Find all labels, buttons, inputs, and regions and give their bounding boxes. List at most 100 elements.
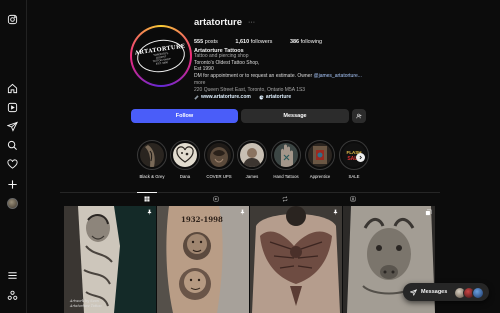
reels-icon[interactable]	[6, 101, 18, 113]
post-thumbnail-1[interactable]: Artwork by Sean Artatorture Tattoo	[64, 206, 156, 313]
username: artatorture	[194, 16, 243, 28]
threads-link[interactable]: artatorture	[259, 94, 291, 101]
highlight-label: Dana	[179, 174, 191, 179]
logo-sub-text-4: EST. 1990	[155, 61, 169, 66]
posts-stat: 555 posts	[194, 39, 226, 45]
shop-logo: ARTATORTURE TORONTO'S OLDEST TATTOO SHOP…	[135, 36, 187, 76]
apps-grid-icon[interactable]	[6, 289, 18, 301]
highlight-thumbnail	[274, 143, 298, 167]
highlight-thumbnail	[207, 143, 231, 167]
pinned-icon	[240, 209, 245, 216]
posts-grid: Artwork by Sean Artatorture Tattoo 1932-…	[64, 206, 436, 313]
profile-avatar[interactable]: ARTATORTURE TORONTO'S OLDEST TATTOO SHOP…	[130, 25, 192, 87]
profile-stats: 555 posts 1,610 followers 386 following	[194, 39, 394, 45]
owner-mention-link[interactable]: @james_artatorture...	[314, 73, 362, 79]
suggested-accounts-button[interactable]	[352, 109, 366, 123]
highlight-label: Black & Grey	[139, 174, 165, 179]
tab-reposts[interactable]	[275, 193, 295, 205]
highlight-apprentice[interactable]: Apprentice	[304, 140, 336, 179]
highlight-black-grey[interactable]: Black & Grey	[136, 140, 168, 179]
messages-dock[interactable]: Messages	[403, 283, 489, 301]
highlight-thumbnail	[240, 143, 264, 167]
followers-count: 1,610	[235, 39, 250, 45]
story-highlights: Black & Grey Dana COVER UPS James Hand T…	[136, 140, 369, 180]
highlight-label: Hand Tattoos	[273, 174, 299, 179]
following-label: following	[300, 39, 323, 45]
profile-links: www.artatorture.com artatorture	[194, 94, 374, 101]
bio-line-2: Est 1990	[194, 66, 214, 73]
category: Tattoo and piercing shop	[194, 53, 249, 59]
carousel-icon	[425, 209, 432, 216]
profile-avatar-icon[interactable]	[6, 197, 18, 209]
highlight-james[interactable]: James	[236, 140, 268, 179]
avatar	[6, 197, 18, 209]
followers-label: followers	[250, 39, 273, 45]
pinned-icon	[147, 209, 152, 216]
create-plus-icon[interactable]	[6, 178, 18, 190]
highlights-next-button[interactable]	[356, 153, 365, 162]
highlight-thumbnail	[308, 143, 332, 167]
post-image: 1932-1998	[157, 206, 249, 313]
profile-bio: Tattoo and piercing shop Toronto's Oldes…	[194, 53, 374, 101]
search-icon[interactable]	[6, 139, 18, 151]
direct-messages-icon[interactable]	[6, 120, 18, 132]
post-year-text: 1932-1998	[181, 215, 223, 224]
highlight-thumbnail	[173, 143, 197, 167]
tab-tagged[interactable]	[343, 193, 363, 205]
recent-chat-avatars	[454, 287, 484, 299]
highlight-label: COVER UPS	[206, 174, 232, 179]
post-thumbnail-3[interactable]	[250, 206, 342, 313]
profile-header: artatorture ··· 555 posts 1,610 follower…	[194, 15, 394, 55]
notifications-heart-icon[interactable]	[6, 158, 18, 170]
menu-hamburger-icon[interactable]	[6, 269, 18, 281]
highlight-dana[interactable]: Dana	[169, 140, 201, 179]
followers-stat[interactable]: 1,610 followers	[235, 39, 280, 45]
reels-icon	[213, 196, 219, 202]
bio-more-link[interactable]: more	[194, 80, 374, 87]
add-person-icon	[356, 113, 362, 119]
highlight-label: James	[245, 174, 259, 179]
link-icon	[194, 95, 199, 100]
highlight-sale[interactable]: FLASH SALE SALE	[338, 140, 370, 179]
grid-icon	[144, 196, 150, 202]
direct-messages-icon	[410, 288, 417, 296]
post-image	[250, 206, 342, 313]
instagram-logo-icon[interactable]	[6, 13, 18, 25]
more-options-button[interactable]: ···	[248, 19, 255, 26]
highlight-label: Apprentice	[309, 174, 331, 179]
follow-button[interactable]: Follow	[131, 109, 238, 123]
bio-line-1: Toronto's Oldest Tattoo Shop,	[194, 59, 260, 66]
home-icon[interactable]	[6, 82, 18, 94]
highlight-label: SALE	[348, 174, 360, 179]
bio-line-3: DM for appointment or to request an esti…	[194, 73, 362, 80]
tab-reels[interactable]	[206, 193, 226, 205]
threads-icon	[259, 95, 264, 100]
message-button[interactable]: Message	[241, 109, 349, 123]
instagram-profile-page: ARTATORTURE TORONTO'S OLDEST TATTOO SHOP…	[0, 0, 500, 313]
post-image: Artwork by Sean Artatorture Tattoo	[64, 206, 156, 313]
repost-icon	[282, 196, 288, 202]
highlight-hand-tattoos[interactable]: Hand Tattoos	[270, 140, 302, 179]
profile-tabs	[60, 192, 440, 205]
post-caption-line-1: Artwork by Sean	[69, 299, 99, 303]
tagged-person-icon	[350, 196, 356, 202]
tab-posts[interactable]	[137, 192, 157, 205]
posts-label: posts	[204, 39, 218, 45]
post-caption-line-2: Artatorture Tattoo	[69, 304, 102, 308]
post-thumbnail-2[interactable]: 1932-1998	[157, 206, 249, 313]
pinned-icon	[333, 209, 338, 216]
following-stat[interactable]: 386 following	[290, 39, 330, 45]
highlight-thumbnail	[140, 143, 164, 167]
following-count: 386	[289, 39, 300, 45]
website-url: www.artatorture.com	[201, 94, 251, 101]
avatar-logo-image: ARTATORTURE TORONTO'S OLDEST TATTOO SHOP…	[134, 29, 188, 83]
messages-label: Messages	[421, 289, 448, 295]
highlight-cover-ups[interactable]: COVER UPS	[203, 140, 235, 179]
posts-count: 555	[194, 39, 204, 45]
address: 220 Queen Street East, Toronto, Ontario …	[194, 86, 306, 93]
threads-handle: artatorture	[265, 94, 292, 101]
website-link[interactable]: www.artatorture.com	[194, 94, 251, 101]
avatar	[472, 287, 484, 299]
chevron-right-icon	[359, 155, 362, 160]
sidebar-nav	[0, 0, 27, 313]
